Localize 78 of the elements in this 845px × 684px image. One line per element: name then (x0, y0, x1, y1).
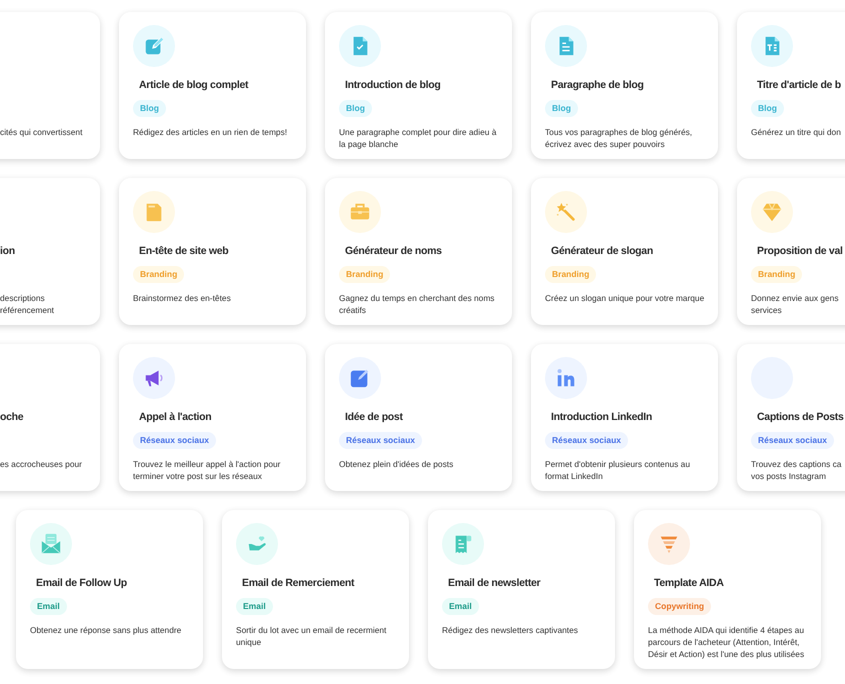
tool-title: oche (0, 411, 24, 424)
tool-card[interactable]: cités qui convertissent (0, 12, 100, 159)
tool-description: Rédigez des newsletters captivantes (442, 624, 579, 636)
tool-description: Rédigez des articles en un rien de temps! (133, 126, 288, 138)
tool-title: Email de Follow Up (36, 577, 128, 590)
tool-card[interactable]: En-tête de site web Branding Brainstormez des en-têtes (119, 178, 306, 325)
tool-card[interactable]: Générateur de slogan Branding Créez un slogan unique pour votre marque (531, 178, 718, 325)
tool-description: Brainstormez des en-têtes (133, 292, 232, 304)
category-tag: Email (442, 598, 479, 615)
tool-description: Tous vos paragraphes de blog générés, écrivez avec des super pouvoirs (545, 126, 694, 150)
tool-card[interactable]: Email de Follow Up Email Obtenez une réponse sans plus attendre (16, 510, 203, 669)
envelope-icon (40, 533, 62, 555)
category-tag: Email (30, 598, 67, 615)
category-tag: Branding (133, 266, 184, 283)
category-tag: Blog (133, 100, 166, 117)
tool-card[interactable]: Email de Remerciement Email Sortir du lot avec un email de recermient unique (222, 510, 409, 669)
tool-description: Trouvez des captions ca vos posts Instagram (751, 458, 842, 482)
tool-title: Générateur de slogan (551, 245, 654, 258)
tool-description: Générez un titre qui don (751, 126, 842, 138)
tool-card[interactable]: Proposition de val Branding Donnez envie aux gens services (737, 178, 845, 325)
tool-description: Une paragraphe complet pour dire adieu à la page blanche (339, 126, 498, 150)
category-tag: Réseaux sociaux (751, 432, 834, 449)
category-tag: Réseaux sociaux (133, 432, 216, 449)
tool-description: Obtenez plein d'idées de posts (339, 458, 454, 470)
tool-card[interactable]: Générateur de noms Branding Gagnez du temps en cherchant des noms créatifs (325, 178, 512, 325)
category-tag: Réseaux sociaux (339, 432, 422, 449)
category-tag: Blog (339, 100, 372, 117)
category-tag: Branding (339, 266, 390, 283)
tool-card[interactable]: oche es accrocheuses pour (0, 344, 100, 491)
tool-title: Introduction de blog (345, 79, 442, 92)
category-tag: Blog (751, 100, 784, 117)
tool-card[interactable]: Captions de Posts Réseaux sociaux Trouvez des captions ca vos posts Instagram (737, 344, 845, 491)
tool-card[interactable]: Idée de post Réseaux sociaux Obtenez plein d'idées de posts (325, 344, 512, 491)
magic-wand-icon (555, 201, 577, 223)
tool-title: Introduction LinkedIn (551, 411, 654, 424)
pencil-document-icon (143, 35, 165, 57)
category-tag: Email (236, 598, 273, 615)
logo-icon (555, 367, 577, 389)
tool-description: Permet d'obtenir plusieurs contenus au format LinkedIn (545, 458, 691, 482)
tool-title: Article de blog complet (139, 79, 250, 92)
tool-card[interactable]: Introduction LinkedIn Réseaux sociaux Permet d'obtenir plusieurs contenus au format LinkedIn (531, 344, 718, 491)
category-tag: Branding (545, 266, 596, 283)
tool-title: Idée de post (345, 411, 404, 424)
tool-description: cités qui convertissent (0, 126, 84, 138)
tool-title: En-tête de site web (139, 245, 230, 258)
tool-title: Captions de Posts (757, 411, 844, 424)
category-tag: Branding (751, 266, 802, 283)
tool-description: Donnez envie aux gens services (751, 292, 840, 316)
tool-card[interactable]: Introduction de blog Blog Une paragraphe complet pour dire adieu à la page blanche (325, 12, 512, 159)
tool-title: Email de Remerciement (242, 577, 356, 590)
tool-description: Gagnez du temps en cherchant des noms créatifs (339, 292, 496, 316)
tool-title: Appel à l'action (139, 411, 212, 424)
tool-card[interactable]: Titre d'article de b Blog Générez un titre qui don (737, 12, 845, 159)
tool-title: Paragraphe de blog (551, 79, 645, 92)
tool-card[interactable]: Paragraphe de blog Blog Tous vos paragraphes de blog générés, écrivez avec des super pouvoirs (531, 12, 718, 159)
category-tag: Réseaux sociaux (545, 432, 628, 449)
tool-title: Proposition de val (757, 245, 844, 258)
tool-description: Trouvez le meilleur appel à l'action pour terminer votre post sur les réseaux (133, 458, 282, 482)
tool-title: ion (0, 245, 16, 258)
tool-description: Sortir du lot avec un email de recermient unique (236, 624, 388, 648)
tool-description: La méthode AIDA qui identifie 4 étapes au parcours de l'acheteur (Attention, Intérêt, Désir et Action) est l'une des plus utilisées (648, 624, 806, 660)
tool-card[interactable]: ion descriptions référencement (0, 178, 100, 325)
tool-card[interactable]: Template AIDA Copywriting La méthode AIDA qui identifie 4 étapes au parcours de l'acheteur (Attention, Intérêt, Désir et Action) est l'une des plus utilisées (634, 510, 821, 669)
category-tag: Blog (545, 100, 578, 117)
tool-title: Email de newsletter (448, 577, 542, 590)
tool-description: Créez un slogan unique pour votre marque (545, 292, 706, 304)
tool-card[interactable]: Email de newsletter Email Rédigez des newsletters captivantes (428, 510, 615, 669)
pencil-square-icon (349, 367, 371, 389)
tool-title: Titre d'article de b (757, 79, 842, 92)
tool-title: Générateur de noms (345, 245, 443, 258)
category-tag: Copywriting (648, 598, 712, 615)
tool-card[interactable]: Appel à l'action Réseaux sociaux Trouvez le meilleur appel à l'action pour terminer votre post sur les réseaux (119, 344, 306, 491)
tool-description: Obtenez une réponse sans plus attendre (30, 624, 182, 636)
diamond-icon (761, 201, 783, 223)
tool-card[interactable]: Article de blog complet Blog Rédigez des articles en un rien de temps! (119, 12, 306, 159)
tool-description: es accrocheuses pour (0, 458, 83, 470)
tool-description: descriptions référencement (0, 292, 55, 316)
tool-title: Template AIDA (654, 577, 725, 590)
